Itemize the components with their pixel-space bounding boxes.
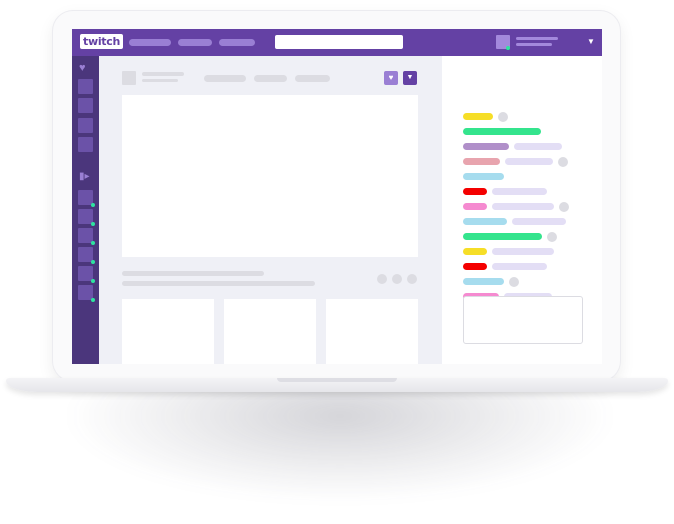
stream-title-line xyxy=(122,271,264,276)
follow-button[interactable]: ♥ xyxy=(384,71,398,85)
channel-tab-2[interactable] xyxy=(254,75,287,82)
chat-username-10 xyxy=(463,248,487,255)
heart-icon: ♥ xyxy=(388,73,394,82)
option-dot-2[interactable] xyxy=(392,274,402,284)
chat-panel xyxy=(442,56,602,364)
online-status-dot xyxy=(506,46,510,50)
chat-username-12 xyxy=(463,278,504,285)
option-dot-3[interactable] xyxy=(407,274,417,284)
chat-message-4 xyxy=(505,158,553,165)
live-channel-4[interactable] xyxy=(78,247,95,264)
channel-avatar[interactable] xyxy=(122,71,136,85)
video-card-2[interactable] xyxy=(224,299,316,364)
twitch-logo[interactable]: twitch xyxy=(80,34,124,49)
stream-info-line xyxy=(122,281,315,286)
chat-username-5 xyxy=(463,173,504,180)
laptop-notch xyxy=(277,378,397,382)
followed-channel-3[interactable] xyxy=(78,118,93,133)
followed-channel-1[interactable] xyxy=(78,79,93,94)
screen: twitch ▼ ♥ ▮▸ ♥ ▼ xyxy=(72,29,602,364)
video-player[interactable] xyxy=(122,95,418,257)
top-nav: twitch ▼ xyxy=(72,29,602,56)
video-camera-icon: ▮▸ xyxy=(79,171,90,182)
side-nav: ♥ ▮▸ xyxy=(72,56,99,364)
chat-message-10 xyxy=(492,248,554,255)
chat-username-4 xyxy=(463,158,500,165)
nav-item-1[interactable] xyxy=(129,39,171,46)
nav-item-2[interactable] xyxy=(178,39,212,46)
channel-tab-3[interactable] xyxy=(295,75,330,82)
followed-channel-2[interactable] xyxy=(78,98,93,113)
main-content: ♥ ▼ xyxy=(99,56,442,364)
video-card-1[interactable] xyxy=(122,299,214,364)
chat-username-2 xyxy=(463,128,541,135)
chat-username-8 xyxy=(463,218,507,225)
chat-message-7 xyxy=(492,203,554,210)
nav-item-3[interactable] xyxy=(219,39,255,46)
channel-tab-1[interactable] xyxy=(204,75,246,82)
chevron-down-icon[interactable]: ▼ xyxy=(587,37,595,47)
channel-name-line xyxy=(142,72,184,76)
chat-message-3 xyxy=(514,143,562,150)
chat-username-3 xyxy=(463,143,509,150)
chat-username-1 xyxy=(463,113,493,120)
laptop-shadow xyxy=(70,380,610,500)
chat-username-11 xyxy=(463,263,487,270)
more-options-button[interactable]: ▼ xyxy=(403,71,417,85)
chat-emote-1 xyxy=(498,111,508,122)
heart-icon: ♥ xyxy=(79,62,86,74)
username-line xyxy=(516,37,558,40)
followed-channel-4[interactable] xyxy=(78,137,93,152)
chat-message-8 xyxy=(512,218,566,225)
chat-emote-7 xyxy=(559,201,569,212)
chat-emote-4 xyxy=(558,156,568,167)
user-status-line xyxy=(516,43,552,46)
chat-message-6 xyxy=(492,188,547,195)
video-card-3[interactable] xyxy=(326,299,418,364)
live-channel-2[interactable] xyxy=(78,209,95,226)
live-channel-6[interactable] xyxy=(78,285,95,302)
chevron-down-icon: ▼ xyxy=(406,74,414,81)
live-channel-3[interactable] xyxy=(78,228,95,245)
option-dot-1[interactable] xyxy=(377,274,387,284)
chat-username-6 xyxy=(463,188,487,195)
chat-input[interactable] xyxy=(463,296,583,344)
channel-game-line xyxy=(142,79,178,82)
live-channel-5[interactable] xyxy=(78,266,95,283)
chat-emote-9 xyxy=(547,231,557,242)
chat-username-9 xyxy=(463,233,542,240)
chat-emote-12 xyxy=(509,276,519,287)
chat-message-11 xyxy=(492,263,547,270)
search-input[interactable] xyxy=(275,35,403,49)
live-channel-1[interactable] xyxy=(78,190,95,207)
chat-username-7 xyxy=(463,203,487,210)
